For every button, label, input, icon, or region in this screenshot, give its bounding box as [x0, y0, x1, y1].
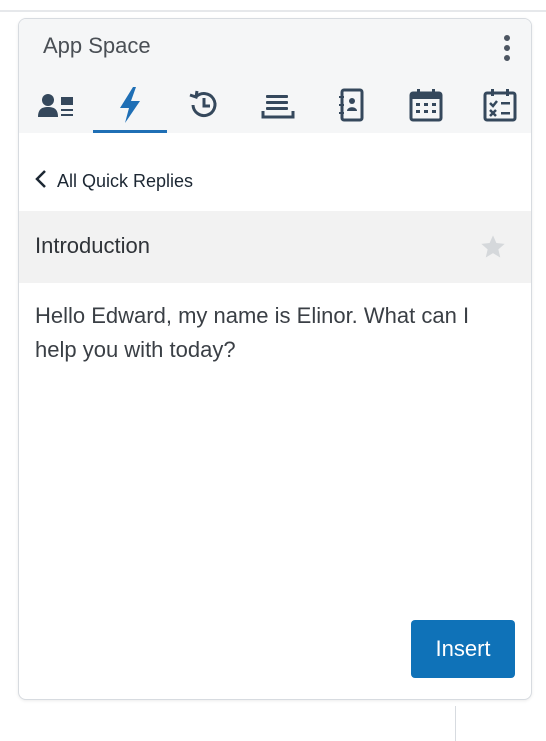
address-book-icon: [336, 87, 368, 128]
top-divider: [0, 10, 546, 12]
back-link-label: All Quick Replies: [57, 171, 194, 191]
list-icon: [260, 89, 296, 126]
contact-card-icon: [36, 89, 76, 126]
tab-list[interactable]: [241, 81, 315, 133]
app-title: App Space: [43, 33, 151, 58]
tab-address-book[interactable]: [315, 81, 389, 133]
checklist-icon: [482, 87, 518, 128]
calendar-icon: [408, 87, 444, 128]
chevron-left-icon: [35, 169, 47, 194]
tab-history[interactable]: [167, 81, 241, 133]
tab-tasks[interactable]: [463, 81, 531, 133]
favorite-star-icon[interactable]: [479, 233, 507, 266]
back-to-quick-replies-link[interactable]: All Quick Replies: [35, 169, 193, 194]
navigation-row: All Quick Replies: [19, 133, 531, 211]
history-icon: [186, 87, 222, 128]
lightning-icon: [114, 85, 146, 130]
more-options-icon[interactable]: [495, 33, 519, 63]
app-space-panel: App Space All Quick Replies Introduction…: [18, 18, 532, 700]
quick-reply-title: Introduction: [35, 233, 150, 258]
tab-bar: [19, 81, 531, 133]
bottom-divider: [455, 706, 456, 741]
tab-calendar[interactable]: [389, 81, 463, 133]
panel-header: App Space: [19, 19, 531, 133]
tab-contact[interactable]: [19, 81, 93, 133]
quick-reply-message: Hello Edward, my name is Elinor. What ca…: [35, 303, 470, 362]
insert-button[interactable]: Insert: [411, 620, 515, 678]
quick-reply-header: Introduction: [19, 211, 531, 283]
tab-quick-replies[interactable]: [93, 81, 167, 133]
